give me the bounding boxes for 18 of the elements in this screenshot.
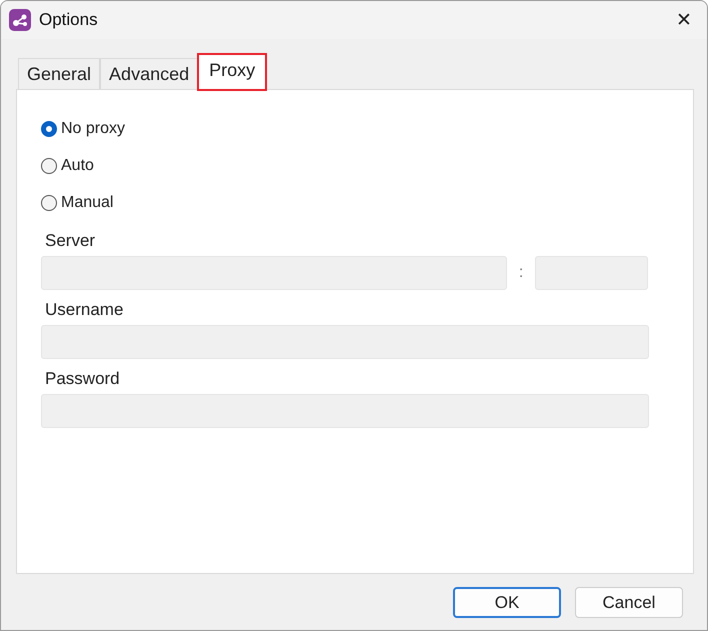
- window-title: Options: [39, 10, 99, 30]
- radio-option[interactable]: Auto: [41, 147, 94, 184]
- close-button[interactable]: ✕: [661, 1, 707, 39]
- tab[interactable]: General: [18, 58, 100, 89]
- radio-option[interactable]: Manual: [41, 184, 114, 221]
- field-label: Password: [45, 369, 121, 389]
- separator-text: :: [518, 264, 524, 282]
- tab[interactable]: Proxy: [198, 54, 266, 90]
- radio-icon[interactable]: [41, 158, 57, 174]
- field-label: Server: [45, 231, 96, 251]
- dialog-button[interactable]: OK: [453, 587, 561, 618]
- radio-option[interactable]: No proxy: [41, 110, 126, 147]
- field-label: Username: [45, 300, 124, 320]
- radio-icon[interactable]: [41, 120, 57, 136]
- app-icon: [9, 9, 31, 31]
- tab[interactable]: Advanced: [100, 58, 198, 89]
- dialog-button[interactable]: Cancel: [575, 587, 683, 618]
- radio-icon[interactable]: [41, 194, 57, 210]
